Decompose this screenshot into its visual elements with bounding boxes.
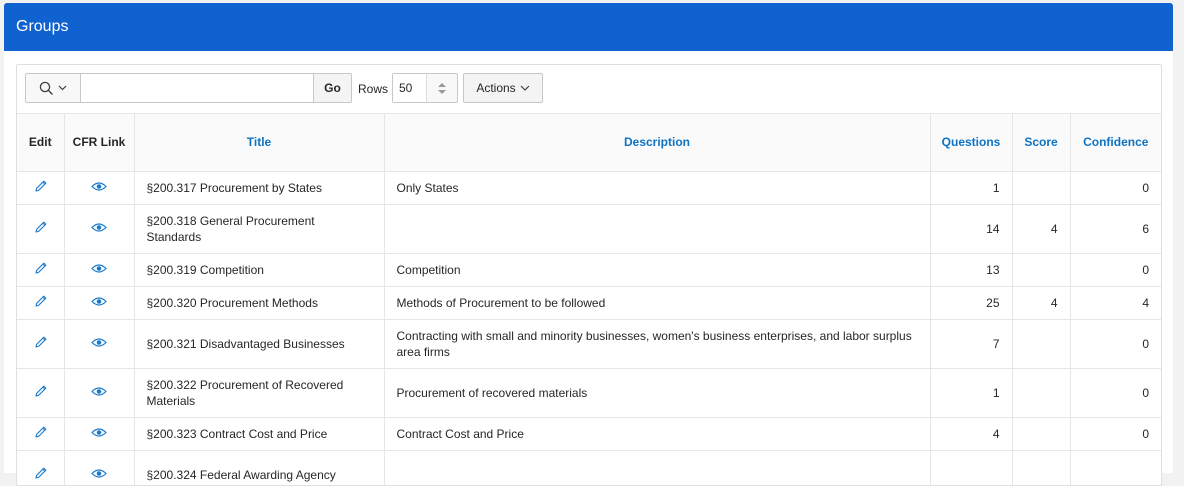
cell-description: Procurement of recovered materials	[384, 369, 930, 418]
pencil-icon[interactable]	[33, 335, 48, 350]
cell-questions: 13	[930, 254, 1012, 287]
pencil-icon[interactable]	[33, 466, 48, 481]
col-header-confidence[interactable]: Confidence	[1070, 114, 1161, 172]
cell-confidence: 4	[1070, 287, 1161, 320]
eye-icon[interactable]	[91, 222, 107, 233]
table-row: §200.324 Federal Awarding Agency	[17, 451, 1161, 486]
cell-confidence: 0	[1070, 172, 1161, 205]
eye-icon[interactable]	[91, 386, 107, 397]
col-header-score[interactable]: Score	[1012, 114, 1070, 172]
rows-select[interactable]: 50	[392, 73, 458, 103]
region-title: Groups	[16, 18, 68, 36]
cell-description: Methods of Procurement to be followed	[384, 287, 930, 320]
sort-arrows-icon	[427, 83, 457, 94]
cell-title: §200.319 Competition	[134, 254, 384, 287]
cell-score	[1012, 418, 1070, 451]
eye-icon[interactable]	[91, 427, 107, 438]
col-header-questions[interactable]: Questions	[930, 114, 1012, 172]
eye-icon[interactable]	[91, 181, 107, 192]
cell-title: §200.324 Federal Awarding Agency	[134, 451, 384, 486]
table-row: §200.322 Procurement of Recovered Materi…	[17, 369, 1161, 418]
cell-questions: 1	[930, 369, 1012, 418]
eye-icon[interactable]	[91, 337, 107, 348]
cell-confidence	[1070, 451, 1161, 486]
region-header: Groups	[4, 3, 1173, 51]
cell-confidence: 0	[1070, 369, 1161, 418]
cell-title: §200.317 Procurement by States	[134, 172, 384, 205]
pencil-icon[interactable]	[33, 425, 48, 440]
table-row: §200.318 General Procurement Standards 1…	[17, 205, 1161, 254]
cell-questions: 4	[930, 418, 1012, 451]
eye-icon[interactable]	[91, 296, 107, 307]
table-row: §200.321 Disadvantaged Businesses Contra…	[17, 320, 1161, 369]
cell-confidence: 6	[1070, 205, 1161, 254]
groups-region: Groups Go Rows 50	[4, 3, 1173, 473]
cell-title: §200.321 Disadvantaged Businesses	[134, 320, 384, 369]
cell-description	[384, 451, 930, 486]
pencil-icon[interactable]	[33, 261, 48, 276]
cell-description: Contracting with small and minority busi…	[384, 320, 930, 369]
col-header-title[interactable]: Title	[134, 114, 384, 172]
cell-description: Competition	[384, 254, 930, 287]
col-header-edit: Edit	[17, 114, 64, 172]
cell-title: §200.318 General Procurement Standards	[134, 205, 384, 254]
cell-confidence: 0	[1070, 418, 1161, 451]
cell-title: §200.323 Contract Cost and Price	[134, 418, 384, 451]
table-row: §200.323 Contract Cost and Price Contrac…	[17, 418, 1161, 451]
cell-questions: 25	[930, 287, 1012, 320]
actions-menu-button[interactable]: Actions	[463, 73, 543, 103]
go-button[interactable]: Go	[314, 73, 352, 103]
cell-score: 4	[1012, 205, 1070, 254]
report-toolbar: Go Rows 50 Actions	[17, 65, 1161, 113]
cell-score: 4	[1012, 287, 1070, 320]
chevron-down-icon	[58, 85, 67, 91]
cell-questions	[930, 451, 1012, 486]
cell-confidence: 0	[1070, 320, 1161, 369]
eye-icon[interactable]	[91, 263, 107, 274]
cell-score	[1012, 369, 1070, 418]
cell-title: §200.322 Procurement of Recovered Materi…	[134, 369, 384, 418]
search-column-menu[interactable]	[25, 73, 80, 103]
col-header-description[interactable]: Description	[384, 114, 930, 172]
rows-label: Rows	[358, 82, 388, 96]
cell-score	[1012, 172, 1070, 205]
col-header-cfr-link: CFR Link	[64, 114, 134, 172]
pencil-icon[interactable]	[33, 294, 48, 309]
cell-description: Only States	[384, 172, 930, 205]
cell-description: Contract Cost and Price	[384, 418, 930, 451]
table-row: §200.320 Procurement Methods Methods of …	[17, 287, 1161, 320]
actions-label: Actions	[476, 81, 515, 95]
cell-questions: 1	[930, 172, 1012, 205]
cell-score	[1012, 320, 1070, 369]
chevron-down-icon	[520, 85, 530, 91]
interactive-report: Go Rows 50 Actions	[16, 64, 1162, 486]
cell-questions: 7	[930, 320, 1012, 369]
cell-score	[1012, 451, 1070, 486]
search-icon	[39, 81, 54, 96]
table-row: §200.319 Competition Competition 13 0	[17, 254, 1161, 287]
cell-description	[384, 205, 930, 254]
pencil-icon[interactable]	[33, 384, 48, 399]
pencil-icon[interactable]	[33, 179, 48, 194]
cell-title: §200.320 Procurement Methods	[134, 287, 384, 320]
cell-confidence: 0	[1070, 254, 1161, 287]
report-table: Edit CFR Link Title Description Question…	[17, 113, 1161, 486]
cell-score	[1012, 254, 1070, 287]
table-row: §200.317 Procurement by States Only Stat…	[17, 172, 1161, 205]
search-input[interactable]	[80, 73, 314, 103]
pencil-icon[interactable]	[33, 220, 48, 235]
cell-questions: 14	[930, 205, 1012, 254]
rows-value: 50	[393, 74, 427, 102]
